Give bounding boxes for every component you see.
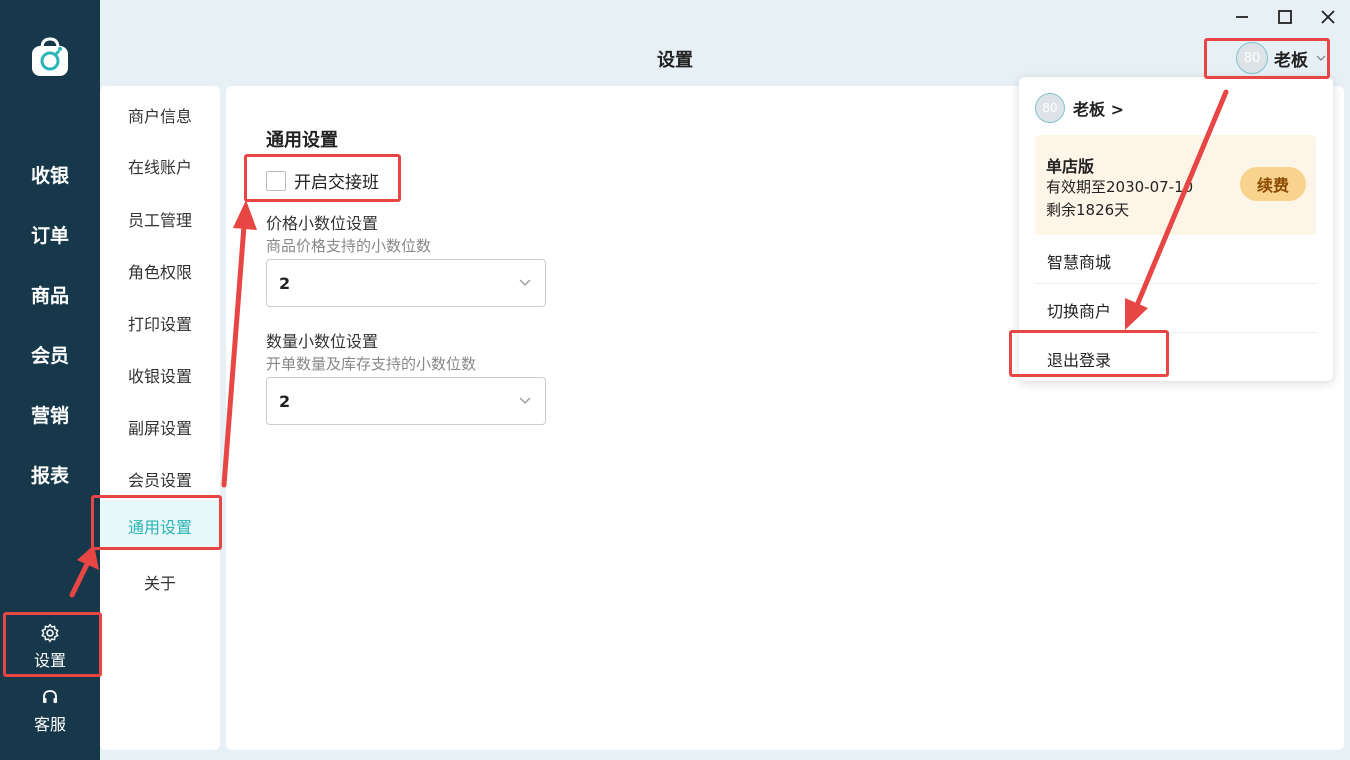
- nav-item-cashier[interactable]: 收银: [0, 161, 100, 188]
- qty-decimal-select[interactable]: 2: [266, 377, 546, 425]
- submenu-member[interactable]: 会员设置: [100, 467, 220, 491]
- close-icon[interactable]: [1316, 6, 1340, 28]
- submenu-about[interactable]: 关于: [100, 570, 220, 594]
- submenu-second-screen[interactable]: 副屏设置: [100, 415, 220, 439]
- submenu-cashier[interactable]: 收银设置: [100, 363, 220, 387]
- plan-expire: 有效期至2030-07-10: [1046, 178, 1194, 196]
- price-decimal-label: 价格小数位设置: [266, 214, 379, 233]
- submenu-print[interactable]: 打印设置: [100, 311, 220, 335]
- divider: [1035, 283, 1316, 284]
- nav-item-support[interactable]: 客服: [0, 689, 100, 735]
- highlight-logout: [1009, 330, 1169, 377]
- nav-item-products[interactable]: 商品: [0, 281, 100, 308]
- page-title: 设置: [657, 50, 693, 71]
- submenu-merchant-info[interactable]: 商户信息: [100, 103, 220, 127]
- price-decimal-select[interactable]: 2: [266, 259, 546, 307]
- nav-support-label: 客服: [33, 715, 66, 734]
- submenu-roles[interactable]: 角色权限: [100, 259, 220, 283]
- nav-item-reports[interactable]: 报表: [0, 461, 100, 488]
- highlight-user-button: [1204, 38, 1330, 79]
- shopping-bag-logo-icon[interactable]: [28, 36, 72, 80]
- plan-card: 单店版 有效期至2030-07-10 剩余1826天 续费: [1035, 135, 1316, 235]
- chevron-down-icon: [519, 397, 531, 404]
- nav-item-marketing[interactable]: 营销: [0, 401, 100, 428]
- renew-button[interactable]: 续费: [1240, 167, 1306, 201]
- headset-icon: [43, 690, 57, 703]
- nav-item-members[interactable]: 会员: [0, 341, 100, 368]
- price-decimal-hint: 商品价格支持的小数位数: [266, 237, 432, 255]
- price-decimal-value: 2: [279, 273, 291, 293]
- plan-name: 单店版: [1046, 157, 1095, 176]
- qty-decimal-hint: 开单数量及库存支持的小数位数: [266, 355, 477, 373]
- nav-item-orders[interactable]: 订单: [0, 221, 100, 248]
- dropdown-user-link[interactable]: 80 老板 >: [1035, 93, 1124, 123]
- qty-decimal-label: 数量小数位设置: [266, 332, 379, 351]
- highlight-general-settings: [91, 495, 222, 550]
- highlight-settings-nav: [3, 612, 102, 677]
- plan-remain: 剩余1826天: [1046, 201, 1130, 219]
- avatar: 80: [1035, 93, 1065, 123]
- dropdown-user-name: 老板 >: [1073, 100, 1124, 119]
- submenu-online-account[interactable]: 在线账户: [100, 154, 220, 178]
- settings-submenu: 商户信息 在线账户 员工管理 角色权限 打印设置 收银设置 副屏设置 会员设置 …: [100, 86, 220, 750]
- submenu-staff[interactable]: 员工管理: [100, 207, 220, 231]
- minimize-icon[interactable]: [1230, 6, 1254, 28]
- section-title: 通用设置: [266, 130, 338, 151]
- chevron-down-icon: [519, 279, 531, 286]
- menu-item-switch-merchant[interactable]: 切换商户: [1047, 298, 1111, 322]
- menu-item-smart-mall[interactable]: 智慧商城: [1047, 249, 1111, 273]
- highlight-shift-checkbox: [244, 154, 401, 202]
- qty-decimal-value: 2: [279, 391, 291, 411]
- maximize-icon[interactable]: [1273, 6, 1297, 28]
